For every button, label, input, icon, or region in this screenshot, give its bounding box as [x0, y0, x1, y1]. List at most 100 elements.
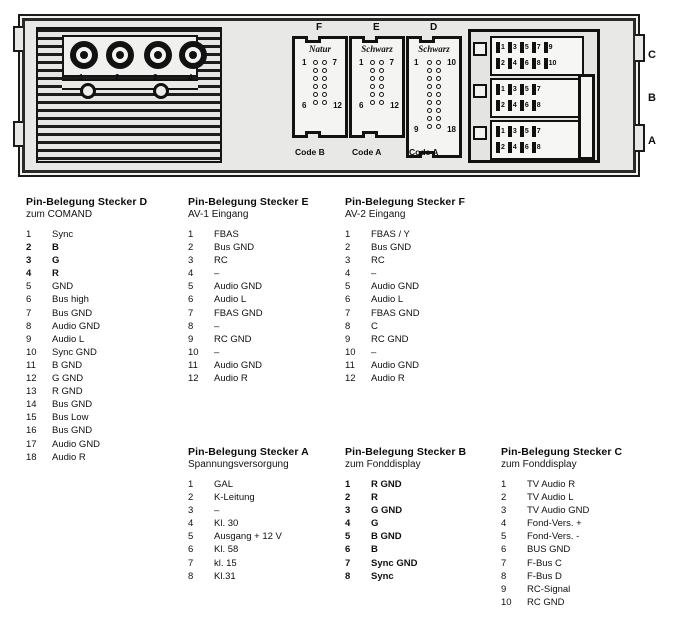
- pin-number: 7: [26, 307, 32, 319]
- chamber-pin: 3: [507, 126, 517, 137]
- chamber-pin: 4: [507, 142, 517, 153]
- chassis-tab-left-top: [13, 26, 23, 52]
- pin-number: 6: [501, 544, 507, 556]
- chamber-a-row-bottom: 2468: [496, 142, 580, 153]
- chamber-pin-number: 1: [501, 86, 505, 93]
- connector-d: Schwarz 1 10 9 18: [406, 36, 462, 158]
- chamber-pin: 2: [496, 58, 505, 69]
- pin-number: 3: [501, 505, 507, 517]
- rca-jack-2: [106, 41, 134, 69]
- connector-pin-row: [370, 91, 384, 97]
- pin-row: 3G: [26, 255, 100, 268]
- pin-signal: Bus GND: [371, 242, 412, 254]
- pin-row: 6 Audio L: [188, 294, 263, 307]
- chassis-screw-left: [80, 83, 96, 99]
- connector-pin-row: [427, 83, 441, 89]
- pin-row: 8–: [188, 321, 263, 334]
- pin-block-subtitle: AV-1 Eingang: [188, 209, 249, 220]
- chamber-pin: 8: [531, 58, 541, 69]
- pin-row: 4–: [345, 268, 420, 281]
- connector-pin-hole: [427, 75, 432, 81]
- pin-number: 5: [26, 281, 32, 293]
- connector-pin-hole: [436, 115, 441, 121]
- pin-signal: Sync GND: [52, 346, 97, 358]
- pin-number: 6: [188, 544, 194, 556]
- chamber-pin-blade: [507, 58, 512, 69]
- pin-row: 11 Audio GND: [188, 360, 263, 373]
- chamber-c: 13579 2 4 6 8 10: [490, 36, 584, 76]
- pin-row: 5 Fond-Vers. -: [501, 531, 589, 544]
- pin-table: 1R GND 2 R 3 G GND 4 G 5 B GND 6 B 7 Sync GND 8 Sync: [345, 479, 417, 584]
- chamber-pin-number: 4: [512, 60, 517, 67]
- connector-pin-hole: [322, 75, 327, 81]
- pin-signal: K-Leitung: [214, 492, 255, 504]
- chamber-a-row-top: 1357: [496, 126, 580, 137]
- pin-signal: Kl.31: [214, 570, 236, 582]
- chamber-b-row-top: 1357: [496, 84, 580, 95]
- pin-number: 2: [188, 492, 194, 504]
- pin-signal: TV Audio R: [527, 479, 576, 490]
- connector-pin-hole: [436, 83, 441, 89]
- rca-label-1: 1: [79, 73, 84, 82]
- pin-number: 6: [188, 294, 194, 306]
- chamber-pin-number: 7: [536, 44, 541, 51]
- chamber-pin-blade: [507, 84, 512, 95]
- chamber-pin: 5: [519, 126, 529, 137]
- chamber-pin-number: 10: [548, 60, 557, 67]
- pin-row: 12 G GND: [26, 373, 100, 386]
- connector-pin-row: [370, 83, 384, 89]
- connector-pin-hole: [370, 67, 375, 73]
- pin-number: 9: [188, 333, 194, 345]
- pin-number: 4: [188, 268, 194, 280]
- pin-row: 3 RC: [188, 255, 263, 268]
- chamber-pin-number: 3: [512, 44, 517, 51]
- side-label-b: B: [648, 92, 656, 104]
- connector-d-pin-label-18: 18: [447, 125, 456, 134]
- connector-pin-hole: [370, 91, 375, 97]
- chamber-pin-blade: [519, 84, 524, 95]
- connector-pin-row: [313, 67, 327, 73]
- chamber-pin: 3: [507, 42, 517, 53]
- chamber-pin: 7: [531, 84, 541, 95]
- chamber-pin-blade: [507, 126, 512, 137]
- connector-pin-hole: [370, 59, 375, 65]
- connector-pin-hole: [370, 99, 375, 105]
- pin-table: 1 Sync 2 B 3 G 4 R 5 GND 6 Bus high 7 Bus GND 8 Audio G…: [26, 229, 100, 465]
- pin-row: 6 Bus high: [26, 294, 100, 307]
- chamber-pin-blade: [496, 58, 500, 69]
- connector-pin-hole: [370, 75, 375, 81]
- pin-block-subtitle: AV-2 Eingang: [345, 209, 406, 220]
- connector-pin-hole: [436, 91, 441, 97]
- chamber-pin-blade: [507, 42, 512, 53]
- pin-signal: RC GND: [527, 596, 565, 608]
- connector-f-pin-label-7: 7: [332, 58, 337, 67]
- chamber-pin-number: 7: [536, 128, 541, 135]
- pin-table: 1 FBAS 2 Bus GND 3 RC 4–5 Audio GND 6 Audio L 7 FBA…: [188, 229, 263, 386]
- connector-pin-row: [313, 99, 327, 105]
- chamber-pin-number: 8: [536, 60, 541, 67]
- connector-d-pin-grid: [409, 59, 459, 129]
- pin-row: 4G: [345, 518, 417, 531]
- chamber-pin-blade: [519, 42, 524, 53]
- pin-table: 1 FBAS / Y 2 Bus GND 3 RC 4–5 Audio GND 6 Audio L…: [345, 229, 420, 386]
- pin-signal: Bus Low: [52, 412, 89, 424]
- pin-row: 6 Kl. 58: [188, 544, 282, 557]
- connector-f-color: Natur: [308, 44, 331, 54]
- chamber-pin: 7: [531, 42, 541, 53]
- pin-row: 5 Ausgang + 12 V: [188, 531, 282, 544]
- pin-number: 9: [26, 333, 32, 345]
- pin-number: 4: [501, 518, 507, 530]
- pin-row: 6 Audio L: [345, 294, 420, 307]
- pin-number: 14: [26, 399, 37, 411]
- chassis-tab-right-top: [635, 34, 645, 62]
- chassis-tab-left-bottom: [13, 121, 23, 147]
- pin-signal: RC: [371, 255, 385, 267]
- pin-signal: B: [371, 544, 378, 556]
- pin-row: 9 RC-Signal: [501, 584, 589, 597]
- chassis-screw-right: [153, 83, 169, 99]
- connector-pin-row: [370, 99, 384, 105]
- pin-block-subtitle: zum Fonddisplay: [501, 459, 577, 470]
- connector-pin-hole: [427, 123, 432, 129]
- pin-signal: RC: [214, 255, 228, 267]
- pin-signal: BUS GND: [527, 544, 571, 556]
